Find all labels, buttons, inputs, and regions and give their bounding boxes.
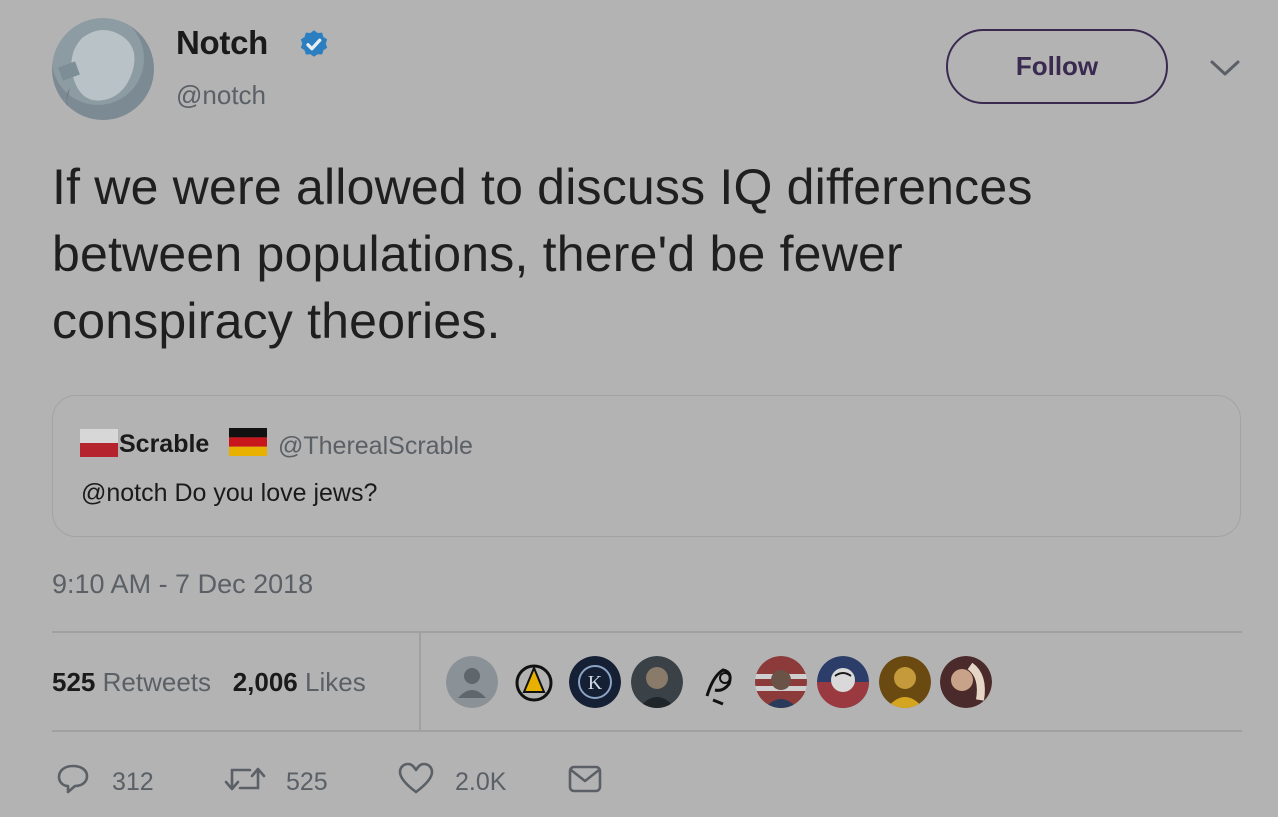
liker-avatar[interactable] xyxy=(508,656,560,708)
divider xyxy=(52,631,1242,633)
flag-germany-icon xyxy=(229,428,267,456)
retweets-count[interactable]: 525 xyxy=(52,667,95,697)
likes-count[interactable]: 2,006 xyxy=(233,667,298,697)
divider xyxy=(419,632,421,730)
like-count[interactable]: 2.0K xyxy=(455,768,506,797)
retweet-count[interactable]: 525 xyxy=(286,768,328,797)
likes-label[interactable]: Likes xyxy=(305,667,366,697)
quoted-tweet-text: @notch Do you love jews? xyxy=(81,479,378,507)
verified-badge-icon xyxy=(300,30,328,57)
quoted-tweet[interactable] xyxy=(52,395,1241,537)
quoted-author-handle[interactable]: @TherealScrable xyxy=(278,432,473,461)
retweet-icon[interactable] xyxy=(222,762,268,796)
chevron-down-icon[interactable] xyxy=(1208,56,1242,80)
tweet-line: If we were allowed to discuss IQ differe… xyxy=(52,159,1033,215)
tweet-line: between populations, there'd be fewer xyxy=(52,226,903,282)
retweets-label[interactable]: Retweets xyxy=(103,667,211,697)
author-handle[interactable]: @notch xyxy=(176,80,266,111)
liker-avatar[interactable] xyxy=(817,656,869,708)
svg-text:K: K xyxy=(588,672,603,694)
liker-avatar[interactable] xyxy=(446,656,498,708)
follow-button[interactable]: Follow xyxy=(946,29,1168,104)
liker-avatar[interactable] xyxy=(693,656,745,708)
tweet-timestamp[interactable]: 9:10 AM - 7 Dec 2018 xyxy=(52,569,313,600)
flag-poland-icon xyxy=(80,429,118,457)
author-avatar[interactable] xyxy=(52,18,154,120)
message-icon[interactable] xyxy=(567,762,603,796)
liker-avatar[interactable]: K xyxy=(569,656,621,708)
divider xyxy=(52,730,1242,732)
liker-avatar[interactable] xyxy=(631,656,683,708)
engagement-stats: 525 Retweets 2,006 Likes xyxy=(52,667,366,698)
heart-icon[interactable] xyxy=(398,762,434,796)
liker-avatar[interactable] xyxy=(940,656,992,708)
reply-count[interactable]: 312 xyxy=(112,768,154,797)
liker-avatar[interactable] xyxy=(755,656,807,708)
liker-avatar[interactable] xyxy=(879,656,931,708)
quoted-author-name[interactable]: Scrable xyxy=(119,430,209,459)
reply-icon[interactable] xyxy=(56,762,90,796)
tweet-text: If we were allowed to discuss IQ differe… xyxy=(52,154,1242,355)
tweet-line: conspiracy theories. xyxy=(52,293,501,349)
author-name[interactable]: Notch xyxy=(176,24,268,62)
